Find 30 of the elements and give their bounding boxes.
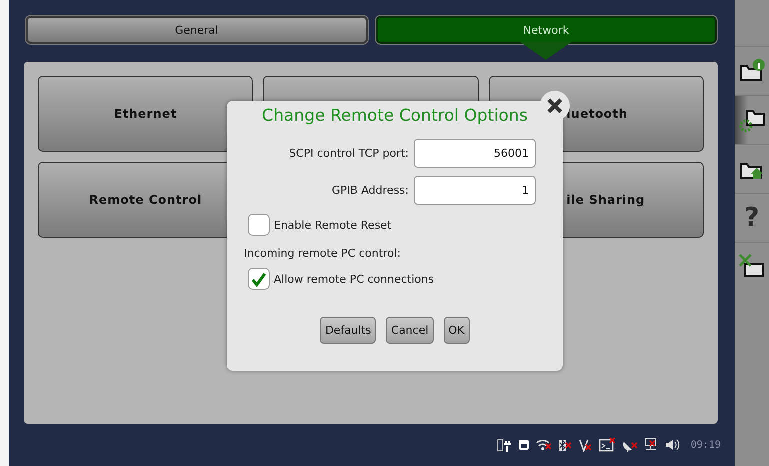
menu-tile[interactable]: Ethernet (38, 76, 254, 152)
network-off-icon[interactable] (644, 438, 659, 452)
input-field[interactable]: 56001 (414, 139, 536, 168)
folder-tools-icon (739, 254, 765, 280)
bluetooth-off-icon[interactable] (558, 438, 573, 452)
wifi-off-icon[interactable] (536, 439, 552, 451)
sidebar-item[interactable] (735, 95, 769, 144)
help-icon: ? (744, 203, 760, 233)
checkbox[interactable] (248, 214, 270, 236)
folder-info-icon (739, 58, 765, 84)
checkbox-label: Enable Remote Reset (274, 218, 392, 232)
battery-plug-icon[interactable] (496, 438, 512, 452)
field-label: GPIB Address: (332, 184, 409, 197)
dialog-button[interactable]: Cancel (386, 317, 434, 344)
speaker-icon[interactable] (664, 439, 681, 451)
ethernet-icon[interactable] (518, 439, 530, 451)
dialog-button[interactable]: Defaults (320, 317, 376, 344)
sidebar-item[interactable]: ? (735, 193, 769, 242)
close-icon (546, 97, 564, 115)
folder-gear-icon (739, 107, 765, 133)
section-label: Incoming remote PC control: (244, 247, 402, 260)
v-off-icon[interactable] (578, 438, 593, 452)
input-field[interactable]: 1 (414, 176, 536, 205)
clock: 09:19 (690, 440, 721, 450)
checkbox-label: Allow remote PC connections (274, 272, 434, 286)
tab[interactable]: General (26, 16, 368, 44)
field-label: SCPI control TCP port: (289, 147, 409, 160)
dialog-button[interactable]: OK (444, 317, 470, 344)
terminal-off-icon[interactable] (598, 438, 616, 452)
checkbox[interactable] (248, 268, 270, 290)
